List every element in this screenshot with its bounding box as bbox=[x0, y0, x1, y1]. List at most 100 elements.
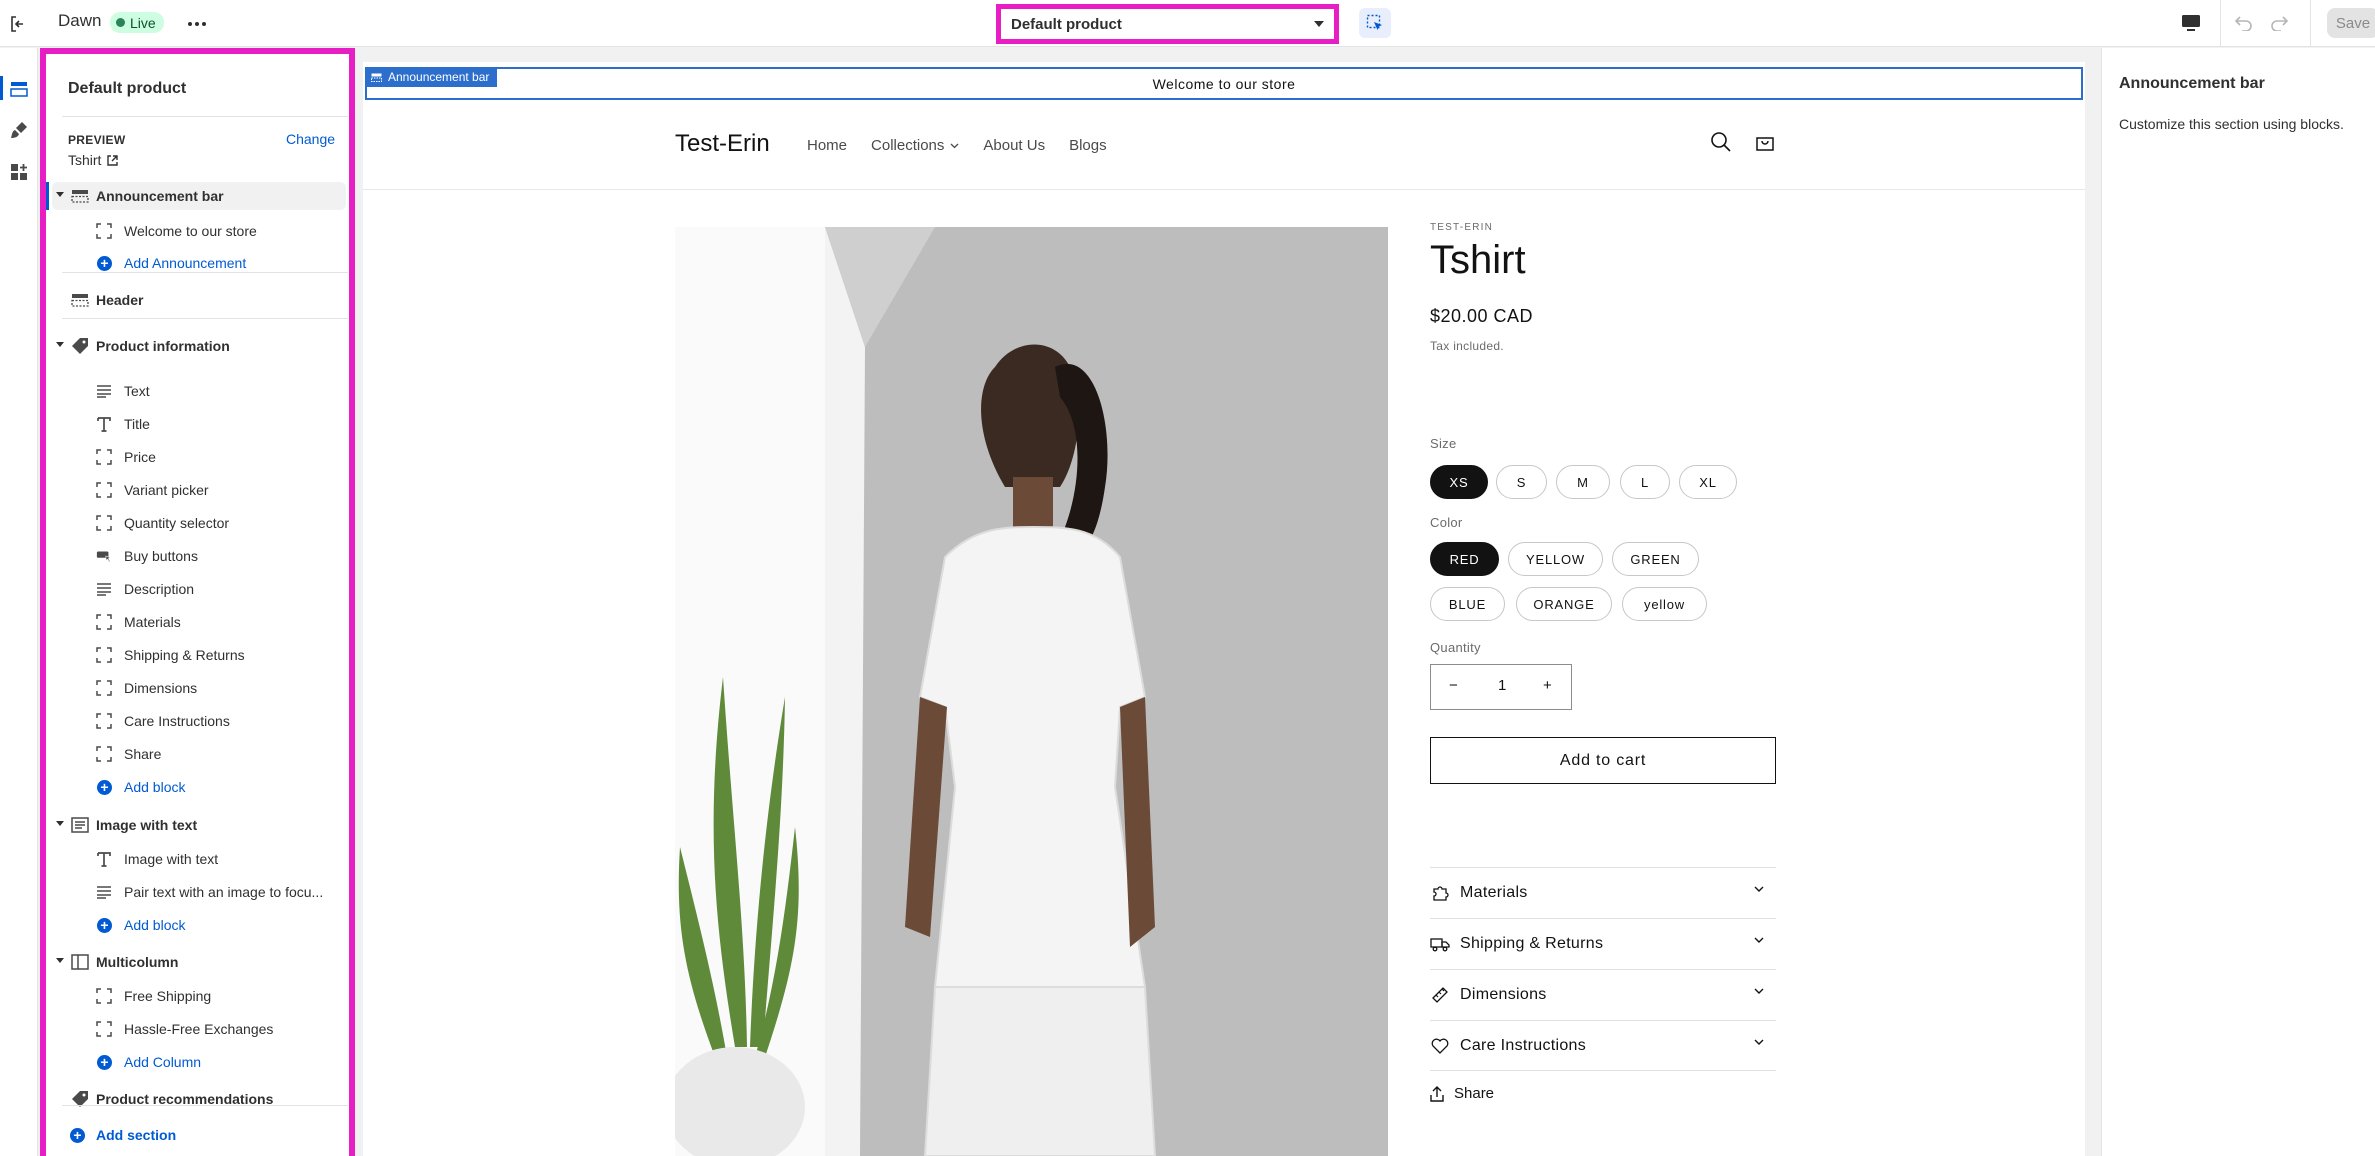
quantity-value[interactable]: 1 bbox=[1498, 677, 1506, 694]
block-item-welcome-to-our-store[interactable]: Welcome to our store bbox=[52, 217, 346, 245]
section-item-image-with-text[interactable]: Image with text bbox=[52, 811, 346, 839]
add-label: Add Announcement bbox=[124, 255, 247, 271]
size-option-m[interactable]: M bbox=[1556, 465, 1610, 499]
apps-icon[interactable] bbox=[7, 161, 31, 183]
block-frame-icon bbox=[96, 988, 112, 1004]
section-label: Multicolumn bbox=[96, 954, 179, 970]
save-button[interactable]: Save bbox=[2327, 8, 2375, 38]
live-dot-icon bbox=[116, 18, 125, 27]
announcement-bar[interactable]: Welcome to our store bbox=[365, 67, 2083, 100]
size-option-xl[interactable]: XL bbox=[1679, 465, 1737, 499]
block-item-image-with-text[interactable]: Image with text bbox=[52, 845, 346, 873]
color-option-red[interactable]: RED bbox=[1430, 542, 1499, 576]
section-label: Product information bbox=[96, 338, 230, 354]
product-image[interactable] bbox=[675, 227, 1388, 1156]
preview-product-name: Tshirt bbox=[68, 152, 102, 168]
color-option-yellow-lower[interactable]: yellow bbox=[1622, 587, 1707, 621]
template-select[interactable]: Default product bbox=[996, 4, 1339, 44]
share-button[interactable]: Share bbox=[1430, 1085, 1494, 1102]
add-section-label: Add section bbox=[96, 1127, 177, 1143]
accordion-materials[interactable]: Materials bbox=[1430, 867, 1776, 918]
caret-down-icon[interactable] bbox=[56, 958, 64, 963]
plus-circle-icon: + bbox=[97, 780, 112, 795]
block-item-share[interactable]: Share bbox=[52, 740, 346, 768]
add-section-button[interactable]: + Add section bbox=[52, 1121, 346, 1149]
block-item-variant-picker[interactable]: Variant picker bbox=[52, 476, 346, 504]
quantity-stepper: − 1 + bbox=[1430, 664, 1572, 710]
search-icon[interactable] bbox=[1709, 130, 1733, 154]
text-lines-icon bbox=[96, 581, 112, 597]
quantity-decrease-button[interactable]: − bbox=[1449, 677, 1458, 694]
add-block-button[interactable]: + Add block bbox=[52, 911, 346, 939]
block-item-quantity-selector[interactable]: Quantity selector bbox=[52, 509, 346, 537]
block-frame-icon bbox=[96, 713, 112, 729]
nav-home[interactable]: Home bbox=[807, 137, 847, 154]
product-title: Tshirt bbox=[1430, 238, 1526, 282]
exit-icon[interactable] bbox=[6, 12, 30, 36]
size-option-l[interactable]: L bbox=[1620, 465, 1670, 499]
block-item-dimensions[interactable]: Dimensions bbox=[52, 674, 346, 702]
nav-blogs[interactable]: Blogs bbox=[1069, 137, 1107, 154]
undo-icon[interactable] bbox=[2231, 11, 2257, 35]
desktop-preview-icon[interactable] bbox=[2178, 11, 2204, 35]
section-item-product-recommendations[interactable]: Product recommendations bbox=[52, 1085, 346, 1113]
caret-down-icon[interactable] bbox=[56, 821, 64, 826]
size-option-xs[interactable]: XS bbox=[1430, 465, 1488, 499]
accordion-care-instructions[interactable]: Care Instructions bbox=[1430, 1020, 1776, 1071]
block-item-care-instructions[interactable]: Care Instructions bbox=[52, 707, 346, 735]
block-item-free-shipping[interactable]: Free Shipping bbox=[52, 982, 346, 1010]
accordion-dimensions[interactable]: Dimensions bbox=[1430, 969, 1776, 1020]
caret-down-icon[interactable] bbox=[56, 342, 64, 347]
section-item-header[interactable]: Header bbox=[52, 286, 346, 314]
block-item-price[interactable]: Price bbox=[52, 443, 346, 471]
add-to-cart-button[interactable]: Add to cart bbox=[1430, 737, 1776, 784]
block-item-hassle-free-exchanges[interactable]: Hassle-Free Exchanges bbox=[52, 1015, 346, 1043]
add-label: Add Column bbox=[124, 1054, 202, 1070]
block-item-materials[interactable]: Materials bbox=[52, 608, 346, 636]
plus-circle-icon: + bbox=[97, 256, 112, 271]
color-option-blue[interactable]: BLUE bbox=[1430, 587, 1505, 621]
block-label: Pair text with an image to focu... bbox=[124, 884, 324, 900]
block-item-description[interactable]: Description bbox=[52, 575, 346, 603]
preview-change-link[interactable]: Change bbox=[286, 131, 335, 147]
block-item-buy-buttons[interactable]: Buy buttons bbox=[52, 542, 346, 570]
cart-icon[interactable] bbox=[1753, 130, 1777, 154]
block-frame-icon bbox=[96, 680, 112, 696]
block-item-text[interactable]: Text bbox=[52, 377, 346, 405]
nav-collections[interactable]: Collections bbox=[871, 137, 959, 154]
sections-sidebar: Default product PREVIEW Change Tshirt An… bbox=[40, 48, 355, 1156]
redo-icon[interactable] bbox=[2266, 11, 2292, 35]
text-lines-icon bbox=[96, 383, 112, 399]
block-item-pair-text-with-an-image-to-focu[interactable]: Pair text with an image to focu... bbox=[52, 878, 346, 906]
color-option-orange[interactable]: ORANGE bbox=[1516, 587, 1612, 621]
quantity-increase-button[interactable]: + bbox=[1543, 677, 1552, 694]
color-option-yellow[interactable]: YELLOW bbox=[1508, 542, 1603, 576]
store-header: Test-Erin Home Collections About Us Blog… bbox=[363, 100, 2085, 190]
product-vendor: TEST-ERIN bbox=[1430, 222, 1494, 233]
store-logo[interactable]: Test-Erin bbox=[675, 130, 770, 158]
inspector-toggle-button[interactable] bbox=[1359, 8, 1391, 38]
chevron-down-icon bbox=[1314, 21, 1324, 27]
add-block-button[interactable]: + Add block bbox=[52, 773, 346, 801]
section-item-multicolumn[interactable]: Multicolumn bbox=[52, 948, 346, 976]
accordion-shipping-returns[interactable]: Shipping & Returns bbox=[1430, 918, 1776, 969]
tax-note: Tax included. bbox=[1430, 339, 1504, 353]
ruler-icon bbox=[1430, 985, 1450, 1005]
section-item-announcement-bar[interactable]: Announcement bar bbox=[46, 182, 346, 210]
theme-settings-brush-icon[interactable] bbox=[7, 119, 31, 141]
preview-product[interactable]: Tshirt bbox=[68, 152, 119, 168]
add-column-button[interactable]: + Add Column bbox=[52, 1048, 346, 1076]
header-icon bbox=[70, 291, 90, 309]
more-actions-icon[interactable] bbox=[184, 12, 210, 36]
store-preview-canvas: Welcome to our store Announcement bar Te… bbox=[363, 62, 2085, 1156]
block-item-shipping-returns[interactable]: Shipping & Returns bbox=[52, 641, 346, 669]
size-option-s[interactable]: S bbox=[1496, 465, 1547, 499]
announcement-text: Welcome to our store bbox=[1152, 75, 1296, 92]
sections-icon[interactable] bbox=[7, 78, 31, 100]
block-item-title[interactable]: Title bbox=[52, 410, 346, 438]
heart-icon bbox=[1430, 1036, 1450, 1056]
color-option-green[interactable]: GREEN bbox=[1612, 542, 1699, 576]
section-item-product-information[interactable]: Product information bbox=[52, 332, 346, 360]
caret-down-icon[interactable] bbox=[56, 192, 64, 197]
nav-about-us[interactable]: About Us bbox=[983, 137, 1045, 154]
